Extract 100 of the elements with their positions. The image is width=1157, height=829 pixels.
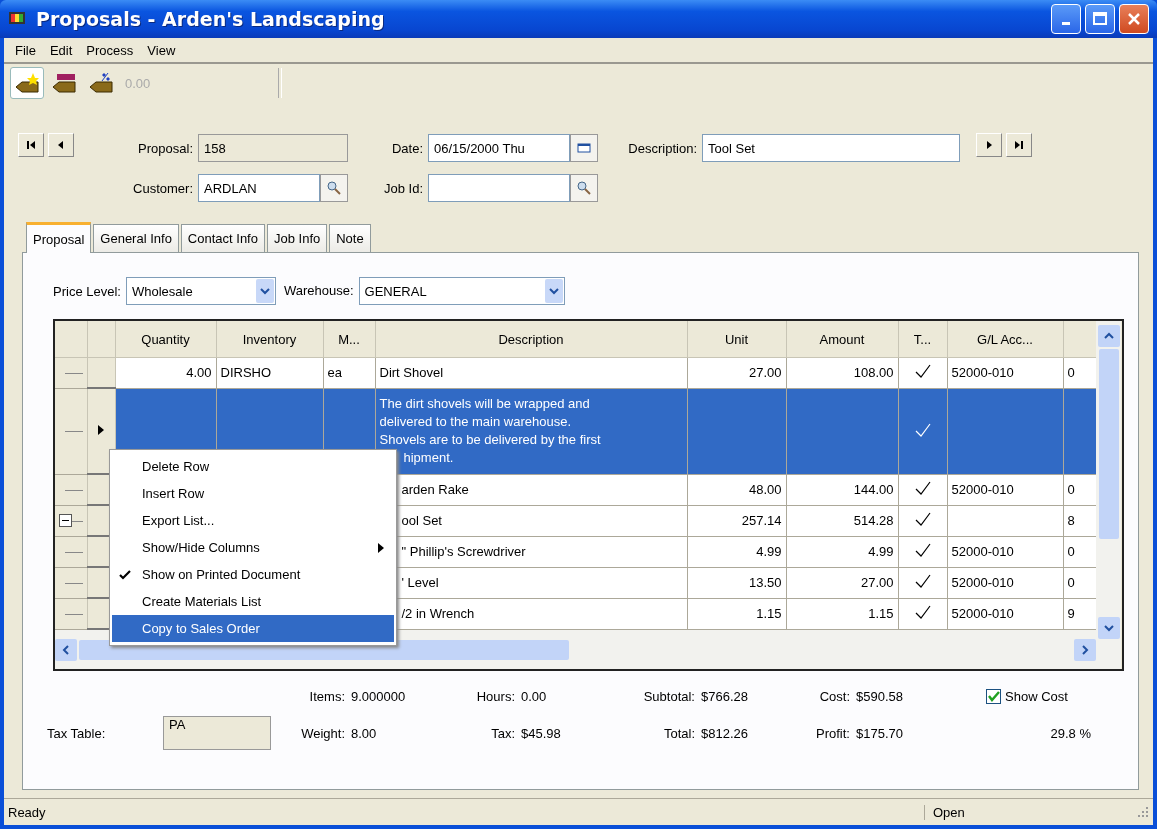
total-value: 0.00 — [521, 689, 548, 704]
scroll-left-icon[interactable] — [55, 638, 77, 661]
resize-grip-icon[interactable] — [1137, 806, 1149, 818]
maximize-button[interactable] — [1085, 4, 1115, 34]
table-cell: 257.14 — [741, 513, 782, 528]
table-cell: 52000-010 — [951, 482, 1014, 497]
close-button[interactable] — [1119, 4, 1149, 34]
table-cell: Dirt Shovel — [379, 365, 444, 381]
proposal-field[interactable]: 158 — [198, 134, 348, 162]
table-cell: 52000-010 — [951, 575, 1014, 590]
field-label: Price Level: — [53, 283, 122, 299]
next-record-button[interactable] — [976, 133, 1002, 157]
total-label: Hours: — [475, 689, 516, 704]
table-cell: 8 — [1067, 513, 1075, 528]
table-cell: DIRSHO — [220, 365, 272, 381]
column-header[interactable]: Description — [375, 321, 687, 358]
collapse-icon[interactable] — [59, 513, 72, 527]
memo-line: The dirt shovels will be wrapped and — [379, 395, 591, 413]
column-header[interactable]: Inventory — [216, 321, 323, 358]
field-label: Job Id: — [382, 180, 424, 196]
table-cell: 52000-010 — [951, 544, 1014, 559]
price-level-dropdown[interactable]: Wholesale — [125, 277, 276, 305]
column-header[interactable]: T... — [898, 321, 947, 358]
table-cell: 0 — [1067, 575, 1075, 590]
memo-line: delivered to the main warehouse. — [379, 413, 572, 431]
total-label: Subtotal: — [642, 689, 696, 704]
table-cell: ool Set — [401, 513, 442, 528]
search-button[interactable] — [320, 174, 348, 202]
column-header[interactable]: Unit — [687, 321, 786, 358]
scroll-right-icon[interactable] — [1074, 638, 1096, 661]
checkbox-label[interactable]: Show Cost — [1005, 689, 1068, 704]
table-cell: 27.00 — [860, 575, 894, 590]
vertical-scrollbar[interactable] — [1096, 321, 1121, 669]
scroll-up-icon[interactable] — [1097, 325, 1120, 347]
field-label: Warehouse: — [283, 282, 355, 300]
total-label: Items: — [308, 689, 346, 704]
toolbar-button[interactable] — [10, 67, 44, 99]
calendar-icon — [577, 142, 591, 154]
table-cell: 514.28 — [853, 513, 894, 528]
description-field[interactable]: Tool Set — [702, 134, 960, 162]
total-value: $766.28 — [701, 689, 749, 704]
total-label: Profit: — [815, 725, 851, 741]
table-cell: 1.15 — [756, 606, 782, 621]
total-value: 9.000000 — [351, 689, 407, 704]
search-icon — [326, 180, 342, 196]
column-header[interactable]: Amount — [786, 321, 898, 358]
table-cell: 48.00 — [748, 482, 782, 497]
column-header[interactable]: G/L Acc... — [947, 321, 1063, 358]
maximize-icon — [1092, 11, 1108, 27]
total-value: $175.70 — [856, 725, 904, 741]
last-record-button[interactable] — [1006, 133, 1032, 157]
triangle-left-icon — [56, 140, 66, 150]
context-menu-item[interactable]: Delete Row — [112, 453, 394, 480]
menu-item[interactable]: Process — [79, 42, 141, 58]
tab[interactable]: Contact Info — [180, 224, 265, 252]
tab[interactable]: Note — [329, 224, 371, 252]
status-text: Open — [924, 804, 1133, 820]
field-label: Proposal: — [137, 140, 194, 156]
menu-item[interactable]: File — [8, 42, 43, 58]
status-text: Ready — [7, 804, 47, 820]
menu-item[interactable]: View — [140, 42, 183, 58]
total-value: $45.98 — [521, 725, 562, 741]
table-cell: ea — [327, 365, 342, 381]
table-cell: 27.00 — [748, 365, 782, 381]
context-menu-item[interactable]: Create Materials List — [112, 588, 394, 615]
tax-table-field[interactable]: PA — [163, 716, 271, 750]
context-menu-item[interactable]: Show on Printed Document — [112, 561, 394, 588]
menu-item[interactable]: Edit — [42, 42, 80, 58]
total-value: 8.00 — [351, 725, 378, 741]
close-icon — [1126, 11, 1142, 27]
column-header[interactable]: M... — [323, 321, 375, 358]
search-icon — [576, 180, 592, 196]
window-title: Proposals - Arden's Landscaping — [36, 8, 385, 30]
warehouse-dropdown[interactable]: GENERAL — [358, 277, 565, 305]
customer-field[interactable]: ARDLAN — [198, 174, 320, 202]
scroll-down-icon[interactable] — [1097, 617, 1120, 639]
context-menu-item[interactable]: Show/Hide Columns — [112, 534, 394, 561]
first-record-button[interactable] — [18, 133, 44, 157]
tab[interactable]: General Info — [93, 224, 179, 252]
date-field[interactable]: 06/15/2000 Thu — [428, 134, 570, 162]
context-menu-item[interactable]: Export List... — [112, 507, 394, 534]
search-button[interactable] — [570, 174, 598, 202]
column-header[interactable]: Quantity — [115, 321, 216, 358]
minimize-button[interactable] — [1051, 4, 1081, 34]
total-label: Tax: — [490, 725, 516, 741]
table-cell: 144.00 — [853, 482, 894, 497]
previous-record-button[interactable] — [48, 133, 74, 157]
context-menu-item[interactable]: Insert Row — [112, 480, 394, 507]
tab[interactable]: Job Info — [266, 224, 328, 252]
table-cell: 52000-010 — [951, 606, 1014, 621]
job-id-field[interactable] — [428, 174, 570, 202]
context-menu-item[interactable]: Copy to Sales Order — [112, 615, 394, 642]
total-value: $590.58 — [856, 689, 904, 704]
table-cell: 4.99 — [756, 544, 782, 559]
calendar-button[interactable] — [570, 134, 598, 162]
total-label: Total: — [662, 725, 696, 741]
table-cell: 1.15 — [868, 606, 894, 621]
table-cell: ' Level — [401, 575, 439, 590]
tab[interactable]: Proposal — [26, 222, 92, 253]
show-cost-checkbox[interactable] — [986, 689, 1001, 704]
